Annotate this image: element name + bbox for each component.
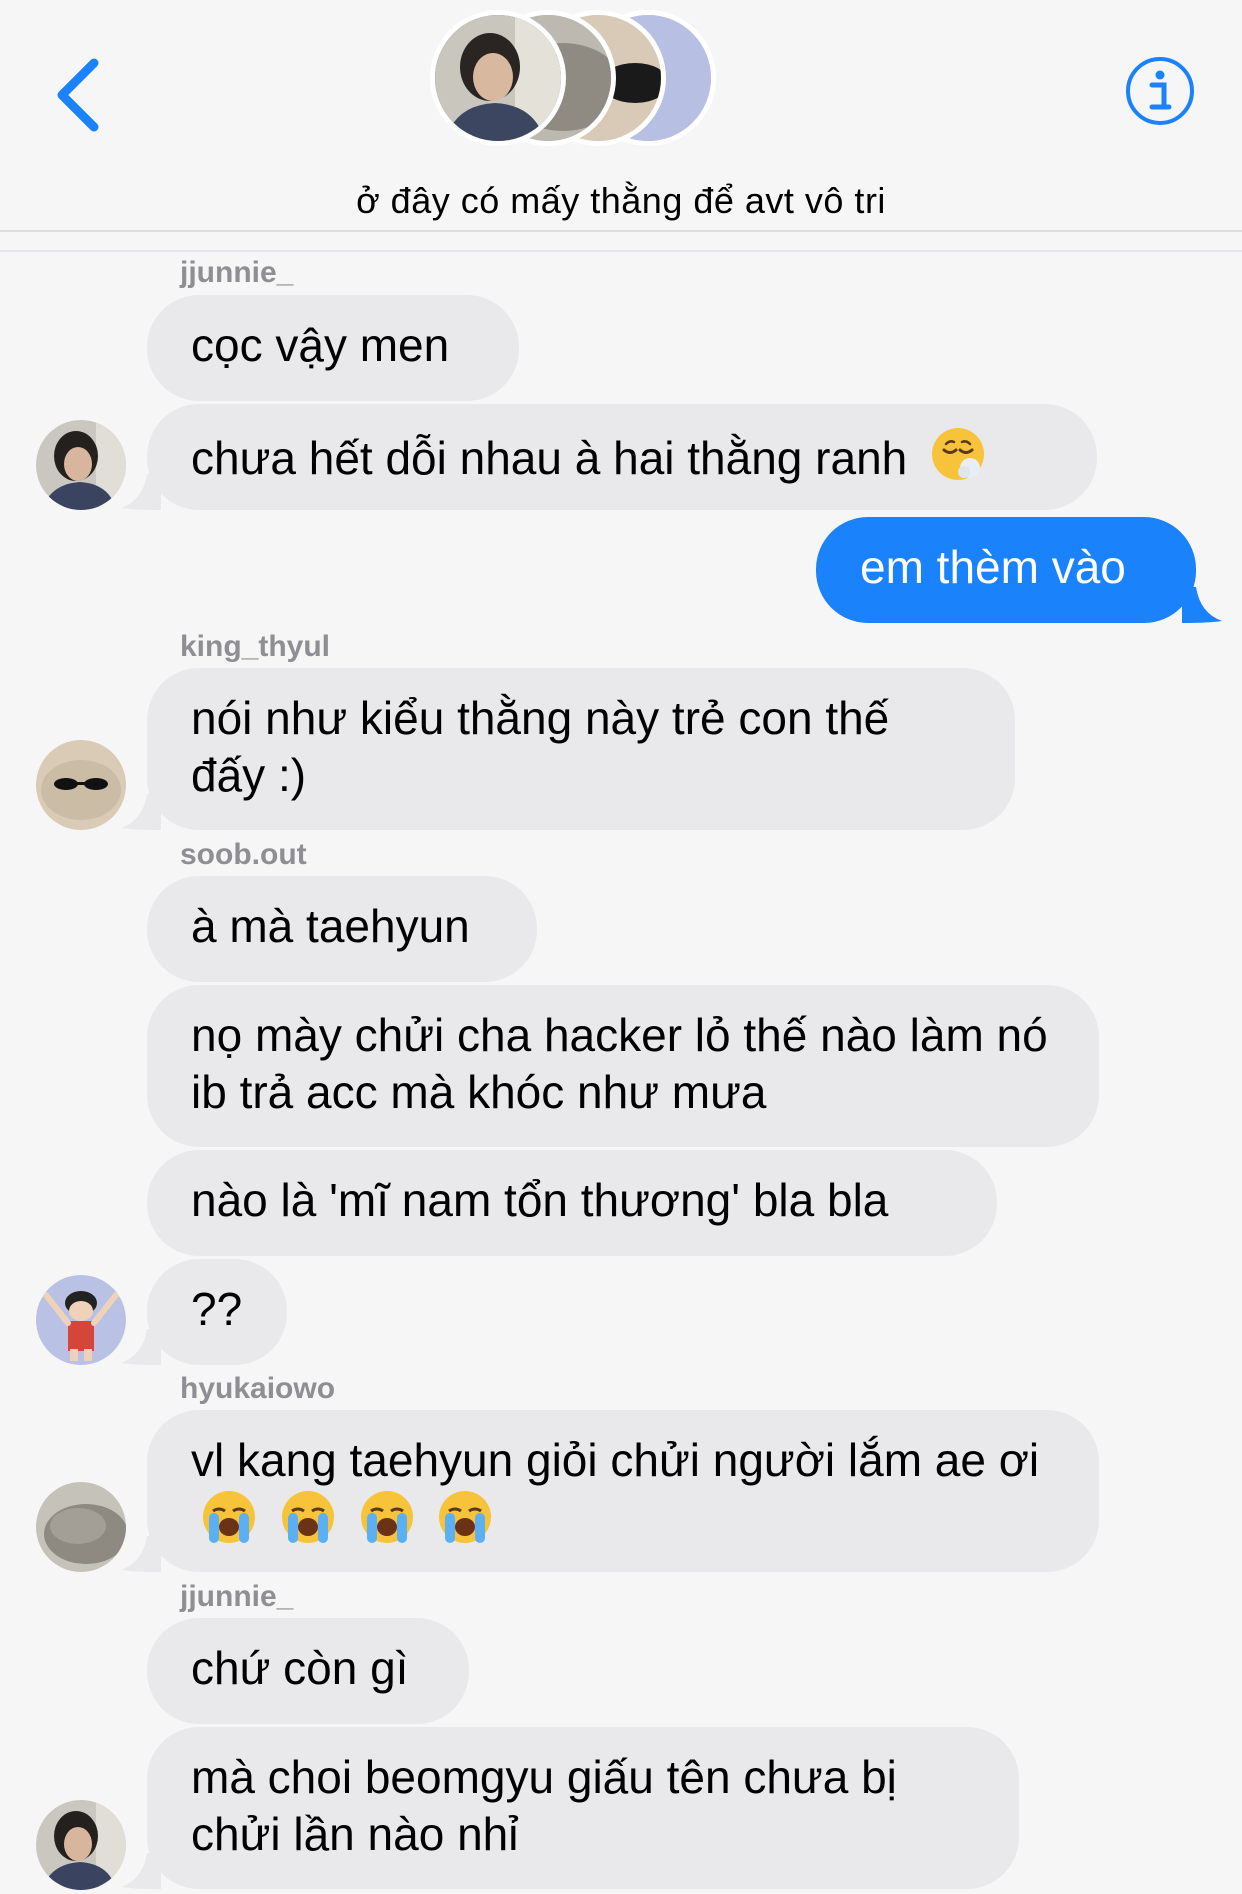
- message-bubble[interactable]: ??: [121, 1259, 287, 1365]
- message-text: à mà taehyun: [191, 900, 470, 952]
- loudly-crying-face-emoji: [281, 1491, 334, 1543]
- sender-avatar[interactable]: [36, 1800, 126, 1890]
- message-text: vl kang taehyun giỏi chửi người lắm ae ơ…: [191, 1434, 1040, 1486]
- group-title[interactable]: ở đây có mấy thằng để avt vô tri: [0, 180, 1242, 222]
- message-text: nọ mày chửi cha hacker lỏ thế nào làm nó…: [191, 1009, 1048, 1118]
- group-avatar-1: [430, 10, 566, 146]
- message-text: nói như kiểu thằng này trẻ con thế đấy :…: [191, 692, 890, 801]
- message-text: chứ còn gì: [191, 1642, 409, 1694]
- loudly-crying-face-emoji: [203, 1491, 255, 1543]
- sent-message-bubble[interactable]: em thèm vào: [816, 517, 1222, 623]
- message-bubble[interactable]: nọ mày chửi cha hacker lỏ thế nào làm nó…: [147, 985, 1099, 1147]
- bubble-tail: [121, 794, 161, 830]
- loudly-crying-face-emoji: [360, 1491, 413, 1543]
- sender-name: king_thyul: [180, 630, 331, 663]
- message-text: em thèm vào: [860, 541, 1126, 593]
- header-divider-secondary: [0, 250, 1242, 252]
- message-bubble[interactable]: cọc vậy men: [147, 295, 519, 401]
- bubble-tail: [121, 1329, 161, 1365]
- header-divider: [0, 230, 1242, 232]
- bubble-tail: [121, 1853, 161, 1889]
- message-bubble[interactable]: chứ còn gì: [147, 1618, 469, 1724]
- message-text: cọc vậy men: [191, 319, 450, 371]
- crying-emoji-group: [191, 1491, 493, 1547]
- message-text: ??: [191, 1283, 243, 1335]
- sender-name: jjunnie_: [180, 256, 294, 289]
- bubble-tail: [121, 1536, 161, 1572]
- chat-header: ở đây có mấy thằng để avt vô tri: [0, 0, 1242, 232]
- sender-avatar[interactable]: [36, 1275, 126, 1365]
- message-text: chưa hết dỗi nhau à hai thằng ranh: [191, 432, 908, 484]
- bubble-tail: [1182, 587, 1222, 623]
- message-bubble[interactable]: chưa hết dỗi nhau à hai thằng ranh: [121, 404, 1097, 510]
- sender-avatar[interactable]: [36, 1482, 126, 1572]
- sender-avatar[interactable]: [36, 420, 126, 510]
- message-text: nào là 'mĩ nam tổn thương' bla bla: [191, 1174, 889, 1226]
- sender-avatar[interactable]: [36, 740, 126, 830]
- message-bubble[interactable]: mà choi beomgyu giấu tên chưa bị chửi lầ…: [121, 1727, 1019, 1889]
- message-text: mà choi beomgyu giấu tên chưa bị chửi lầ…: [191, 1751, 897, 1860]
- message-bubble[interactable]: nào là 'mĩ nam tổn thương' bla bla: [147, 1150, 997, 1256]
- message-bubble[interactable]: nói như kiểu thằng này trẻ con thế đấy :…: [121, 668, 1015, 830]
- face-exhaling-emoji: [932, 428, 985, 480]
- sender-name: jjunnie_: [180, 1580, 294, 1613]
- message-bubble[interactable]: à mà taehyun: [147, 876, 537, 982]
- group-avatar-stack[interactable]: [430, 10, 720, 146]
- sender-name: hyukaiowo: [180, 1372, 336, 1405]
- sender-name: soob.out: [180, 838, 307, 871]
- info-icon[interactable]: [1124, 55, 1196, 127]
- bubble-tail: [121, 474, 161, 510]
- back-chevron-icon[interactable]: [50, 55, 110, 135]
- loudly-crying-face-emoji: [439, 1491, 492, 1543]
- message-bubble[interactable]: vl kang taehyun giỏi chửi người lắm ae ơ…: [121, 1410, 1099, 1572]
